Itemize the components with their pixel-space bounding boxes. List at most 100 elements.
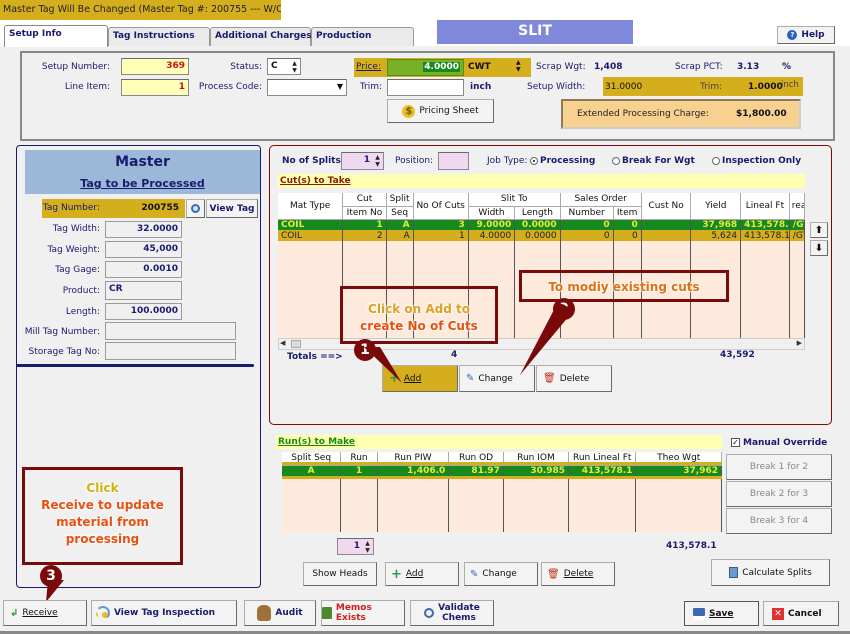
price-unit-select[interactable]: CWT <box>468 62 491 72</box>
scrap-pct-value: 3.13 <box>737 62 760 72</box>
spin-arrows-icon[interactable]: ▲ ▼ <box>373 154 382 168</box>
break-3-for-4-button[interactable]: Break 3 for 4 <box>726 508 832 534</box>
tag-number-value[interactable]: 200755 <box>105 203 179 213</box>
runs-grid[interactable]: Split Seq Run Run PIW Run OD Run IOM Run… <box>282 452 722 532</box>
col-mat-type[interactable]: Mat Type <box>278 193 344 220</box>
runs-delete-button[interactable]: 🗑 Delete <box>541 562 615 586</box>
tag-gage-field: 0.0010 <box>105 261 182 278</box>
move-up-button[interactable]: ⬆ <box>810 222 828 238</box>
col-break[interactable]: reak <box>789 193 805 220</box>
col-no-of-cuts[interactable]: No Of Cuts <box>413 193 469 220</box>
radio-selected-icon[interactable] <box>530 156 538 165</box>
view-tag-button[interactable]: View Tag <box>206 199 258 218</box>
audit-button[interactable]: Audit <box>244 600 316 626</box>
mill-tag-field <box>105 322 236 340</box>
calculate-splits-button[interactable]: Calculate Splits <box>711 559 830 586</box>
receive-button[interactable]: ↲ Receive <box>3 600 87 626</box>
process-code-select[interactable]: ▼ <box>267 79 347 96</box>
radio-icon[interactable] <box>712 156 720 165</box>
validate-chems-button[interactable]: Validate Chems <box>410 600 494 626</box>
status-spinner[interactable]: C ▲ ▼ <box>267 58 301 75</box>
trim-unit: inch <box>470 82 492 92</box>
position-field[interactable] <box>438 152 469 170</box>
annotation-receive-callout: Click Receive to update material from pr… <box>22 467 183 565</box>
price-field[interactable]: 4.0000 <box>387 59 464 76</box>
job-type-inspection-only[interactable]: Inspection Only <box>712 156 801 166</box>
trim-field[interactable] <box>387 79 464 96</box>
runs-change-button[interactable]: ✎ Change <box>464 562 538 586</box>
break-2-for-3-button[interactable]: Break 2 for 3 <box>726 481 832 507</box>
tab-additional-charges[interactable]: Additional Charges <box>210 27 312 46</box>
help-icon: ? <box>787 30 798 40</box>
setup-trim-value: 1.0000 <box>748 82 783 92</box>
job-type-break-for-wgt[interactable]: Break For Wgt <box>612 156 695 166</box>
move-down-button[interactable]: ⬇ <box>810 240 828 256</box>
col-lineal-ft[interactable]: Lineal Ft <box>740 193 790 220</box>
scrap-pct-unit: % <box>782 62 792 72</box>
runs-spinner[interactable]: 1 ▲ ▼ <box>337 538 374 555</box>
radio-icon[interactable] <box>612 156 620 165</box>
col-theo-wgt[interactable]: Theo Wgt <box>635 452 722 466</box>
col-width[interactable]: Width <box>468 206 516 220</box>
spin-arrows-icon[interactable]: ▲ ▼ <box>363 540 372 554</box>
master-subtitle[interactable]: Tag to be Processed <box>25 177 260 190</box>
arrow-down-icon: ⬇ <box>814 242 824 254</box>
setup-width-value: 31.0000 <box>605 82 643 92</box>
col-run-lineal-ft[interactable]: Run Lineal Ft <box>568 452 637 466</box>
col-run-iom[interactable]: Run IOM <box>503 452 570 466</box>
pencil-icon: ✎ <box>470 568 479 580</box>
tag-weight-field: 45,000 <box>105 241 182 258</box>
setup-width-label: Setup Width: <box>527 82 586 92</box>
no-splits-label: No of Splits: <box>282 156 345 166</box>
tab-tag-instructions[interactable]: Tag Instructions <box>108 27 210 46</box>
line-item-field[interactable]: 1 <box>121 79 189 96</box>
col-run-piw[interactable]: Run PIW <box>377 452 450 466</box>
scrap-wgt-value: 1,408 <box>594 62 623 72</box>
cancel-button[interactable]: ✕ Cancel <box>763 601 839 626</box>
col-length[interactable]: Length <box>514 206 561 220</box>
col-item-no[interactable]: Item No <box>342 206 387 220</box>
storage-tag-field <box>105 342 236 360</box>
col-yield[interactable]: Yield <box>690 193 742 220</box>
col-so-number[interactable]: Number <box>560 206 614 220</box>
inspection-icon <box>96 606 110 620</box>
product-label: Product: <box>62 286 100 296</box>
search-tag-button[interactable] <box>186 199 205 218</box>
scroll-thumb[interactable] <box>291 340 301 348</box>
setup-number-field[interactable]: 369 <box>121 58 189 75</box>
col-split-seq[interactable]: Split Seq <box>282 452 342 466</box>
scroll-left-icon[interactable]: ◀ <box>280 339 285 347</box>
col-cust-no[interactable]: Cust No <box>641 193 692 220</box>
checkbox-checked-icon[interactable]: ✓ <box>731 438 740 447</box>
dropdown-arrow-icon[interactable]: ▼ <box>337 82 343 91</box>
col-run[interactable]: Run <box>340 452 378 466</box>
tab-production[interactable]: Production <box>311 27 414 46</box>
scroll-right-icon[interactable]: ▶ <box>797 339 802 347</box>
col-run-od[interactable]: Run OD <box>448 452 504 466</box>
ext-charge-value: $1,800.00 <box>736 109 787 119</box>
cut-row[interactable]: COIL1A39.00000.00000037,968413,578.1/GT <box>278 219 805 230</box>
detective-icon <box>257 605 272 621</box>
save-button[interactable]: Save <box>684 601 759 626</box>
storage-tag-label: Storage Tag No: <box>28 347 100 357</box>
manual-override-checkbox[interactable]: ✓ Manual Override <box>731 438 827 448</box>
job-type-processing[interactable]: Processing <box>530 156 595 166</box>
spin-arrows-icon[interactable]: ▲ ▼ <box>290 60 299 74</box>
help-button[interactable]: ? Help <box>777 26 835 44</box>
no-splits-spinner[interactable]: 1 ▲ ▼ <box>341 152 384 170</box>
price-unit-spin-icon[interactable]: ▲ ▼ <box>516 59 521 73</box>
tab-setup-info[interactable]: Setup Info <box>4 25 108 47</box>
cuts-total-count: 4 <box>451 350 458 360</box>
view-tag-inspection-button[interactable]: View Tag Inspection <box>91 600 237 626</box>
show-heads-button[interactable]: Show Heads <box>303 562 377 586</box>
pricing-sheet-button[interactable]: $ Pricing Sheet <box>387 99 494 123</box>
memos-button[interactable]: Memos Exists <box>321 600 405 626</box>
run-row[interactable]: A 1 1,406.0 81.97 30.985 413,578.1 37,962 <box>282 462 722 479</box>
receive-arrow-icon: ↲ <box>10 607 19 619</box>
runs-add-button[interactable]: + Add <box>385 562 459 586</box>
cut-row[interactable]: COIL2A14.00000.0000005,624413,578.1/GT <box>278 230 805 241</box>
break-1-for-2-button[interactable]: Break 1 for 2 <box>726 454 832 480</box>
price-label: Price: <box>356 62 381 72</box>
col-so-item[interactable]: Item <box>613 206 642 220</box>
col-seq[interactable]: Seq <box>386 206 414 220</box>
